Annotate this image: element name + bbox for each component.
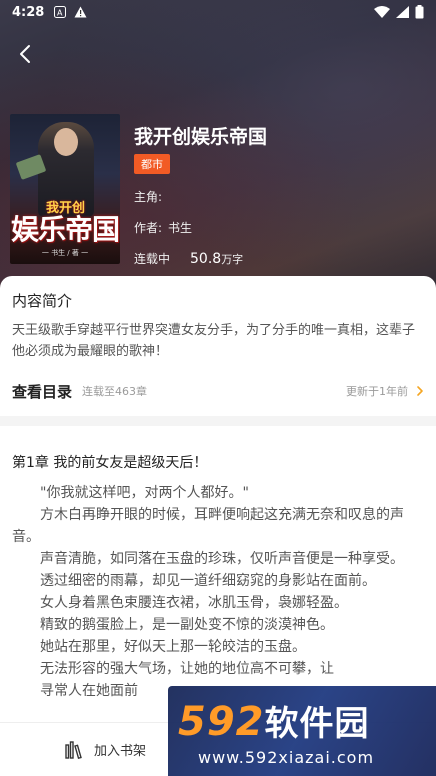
chapter-paragraph: 透过细密的雨幕，却见一道纤细窈窕的身影站在面前。	[40, 573, 376, 589]
chapter-paragraph: 女人身着黑色束腰连衣裙，冰肌玉骨，袅娜轻盈。	[40, 595, 348, 611]
cover-author-art: 一 书生 / 著 一	[41, 249, 89, 257]
toc-label: 查看目录	[12, 382, 73, 401]
intro-heading: 内容简介	[12, 292, 73, 310]
signal-icon	[396, 6, 409, 18]
add-to-shelf-button[interactable]: 加入书架	[64, 740, 146, 760]
chapter-title: 第1章 我的前女友是超级天后！	[12, 455, 208, 471]
toc-progress: 连载至463章	[82, 385, 148, 398]
book-meta: 我开创娱乐帝国 都市 主角: 作者: 书生 连载中 50.8 万字	[134, 114, 267, 267]
word-count: 50.8	[190, 251, 222, 267]
book-title: 我开创娱乐帝国	[134, 126, 268, 148]
intro-text: 天王级歌手穿越平行世界突遭女友分手，为了分手的唯一真相，这辈子他必须成为最耀眼的…	[12, 323, 416, 359]
chapter-paragraph: 精致的鹅蛋脸上，是一副处变不惊的淡漠神色。	[40, 617, 334, 633]
svg-text:A: A	[57, 9, 63, 18]
add-to-shelf-label: 加入书架	[94, 744, 147, 759]
book-stats: 连载中 50.8 万字	[134, 250, 267, 267]
warning-icon	[74, 6, 87, 18]
chapter-paragraph: 她站在那里，好似天上那一轮皎洁的玉盘。	[40, 639, 306, 655]
chapter-paragraph: 无法形容的强大气场，让她的地位高不可攀，让	[40, 661, 334, 677]
status-time: 4:28	[12, 4, 45, 20]
wifi-icon	[374, 6, 390, 18]
watermark-url: www.592xiazai.com	[198, 748, 375, 767]
status-bar: 4:28 A	[0, 0, 436, 24]
toc-updated: 更新于1年前	[346, 385, 408, 398]
chapter-paragraph: 声音清脆，如同落在玉盘的珍珠，仅听声音便是一种享受。	[40, 551, 404, 567]
cover-title-art: 娱乐帝国	[10, 213, 120, 246]
watermark-brand-number: 592	[178, 699, 265, 745]
chapter-paragraph: "你我就这样吧，对两个人都好。"	[40, 485, 249, 501]
section-divider	[0, 416, 436, 426]
battery-icon	[415, 5, 424, 19]
genre-tag[interactable]: 都市	[134, 154, 170, 174]
author-label: 作者:	[134, 221, 163, 235]
back-arrow-icon[interactable]	[12, 40, 40, 68]
watermark-brand: 592软件园	[178, 696, 370, 745]
author-line: 作者: 书生	[134, 219, 267, 236]
site-watermark: 592软件园 www.592xiazai.com	[168, 686, 436, 776]
author-value[interactable]: 书生	[168, 221, 192, 235]
watermark-brand-cn: 软件园	[264, 704, 370, 744]
chapter-paragraph: 方木白再睁开眼的时候，耳畔便响起这充满无奈和叹息的声音。	[12, 507, 404, 545]
app-notification-icon: A	[54, 6, 67, 18]
protagonist-line: 主角:	[134, 188, 267, 205]
serial-status: 连载中	[134, 252, 171, 266]
bookshelf-icon	[65, 740, 82, 759]
word-unit: 万字	[221, 253, 244, 266]
cover-face	[54, 128, 78, 156]
book-info: 我开创 娱乐帝国 一 书生 / 著 一 我开创娱乐帝国 都市 主角: 作者: 书生…	[10, 114, 267, 267]
toc-row[interactable]: 查看目录 连载至463章 更新于1年前	[12, 380, 426, 402]
protagonist-label: 主角:	[134, 190, 163, 204]
book-cover: 我开创 娱乐帝国 一 书生 / 著 一	[10, 114, 120, 264]
chevron-right-icon	[417, 386, 423, 396]
chapter-body: "你我就这样吧，对两个人都好。" 方木白再睁开眼的时候，耳畔便响起这充满无奈和叹…	[12, 482, 424, 702]
